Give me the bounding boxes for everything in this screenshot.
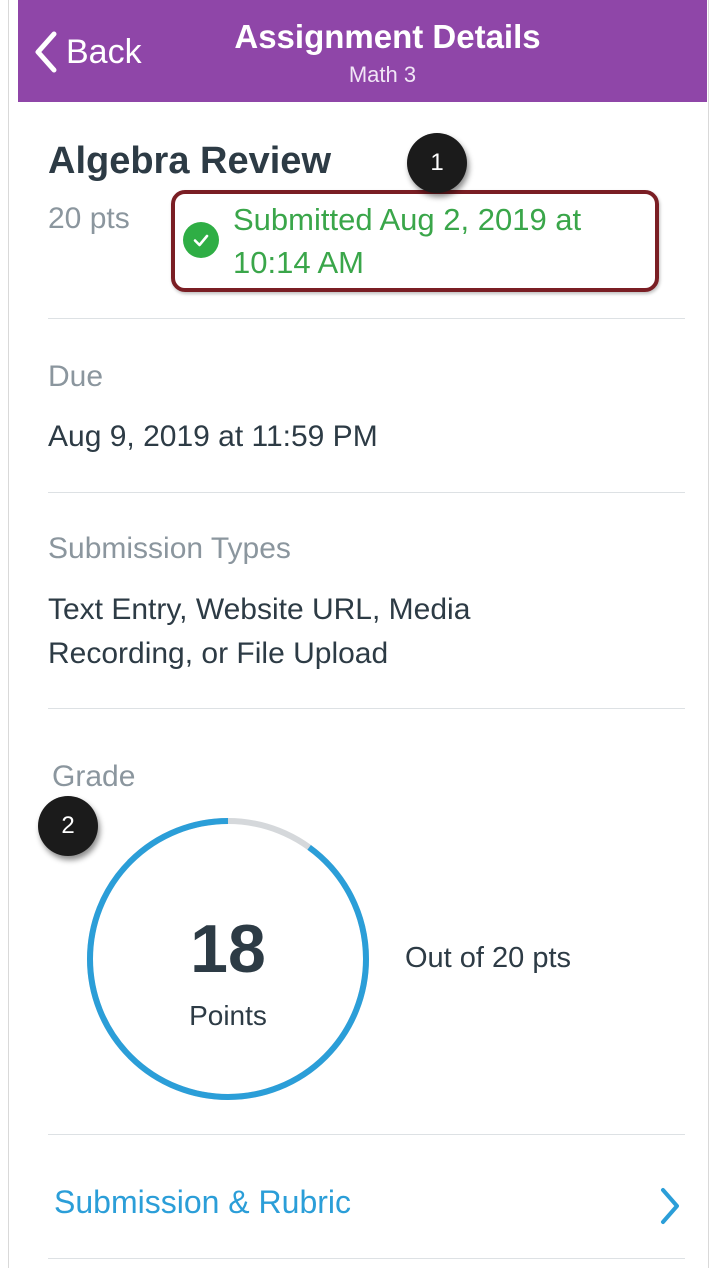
assignment-title: Algebra Review [48, 140, 331, 182]
grade-label: Grade [52, 760, 136, 793]
due-label: Due [48, 360, 104, 393]
frame-border-left [8, 0, 9, 1268]
course-subtitle: Math 3 [348, 62, 417, 87]
divider [48, 1134, 685, 1135]
divider [48, 1258, 685, 1259]
callout-badge-1: 1 [407, 133, 467, 193]
check-circle-icon [183, 222, 219, 258]
chevron-right-icon [659, 1186, 681, 1231]
grade-out-of: Out of 20 pts [405, 942, 572, 974]
assignment-points: 20 pts [48, 202, 130, 235]
grade-score: 18 [190, 911, 266, 987]
divider [48, 708, 685, 709]
submitted-status: Submitted Aug 2, 2019 at 10:14 AM [233, 202, 582, 280]
grade-unit: Points [189, 1000, 267, 1031]
callout-badge-2: 2 [38, 796, 98, 856]
submission-types-value: Text Entry, Website URL, Media Recording… [48, 593, 471, 670]
divider [48, 318, 685, 319]
submission-types-label: Submission Types [48, 532, 291, 565]
divider [48, 492, 685, 493]
frame-border-right [708, 0, 709, 1268]
page-title: Assignment Details [234, 18, 541, 55]
due-value: Aug 9, 2019 at 11:59 PM [48, 420, 378, 453]
navigation-bar: Back Assignment Details Math 3 [18, 0, 707, 102]
submission-rubric-label: Submission & Rubric [54, 1184, 351, 1220]
submission-rubric-link[interactable]: Submission & Rubric [48, 1168, 685, 1244]
